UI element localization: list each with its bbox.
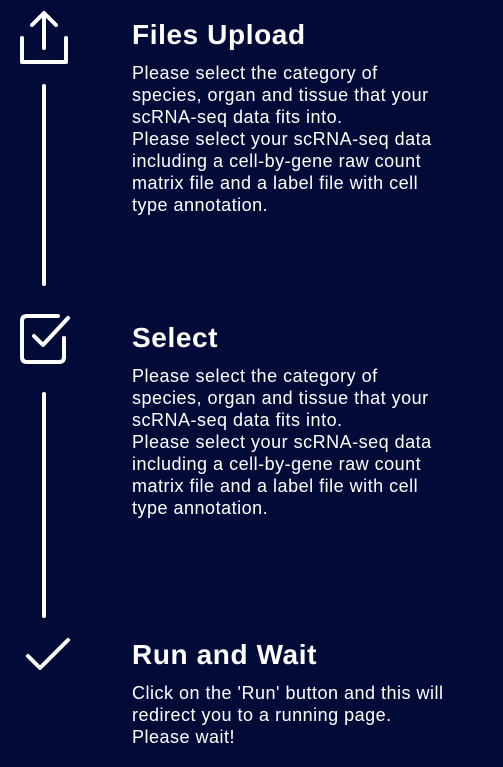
step-title: Files Upload [132,19,306,50]
step-description: Click on the 'Run' button and this will … [132,683,444,747]
step-select: Select Please select the category of spe… [132,321,492,519]
checkbox-checked-icon [14,308,74,368]
checkmark-icon [14,626,74,686]
step-description: Please select the category of species, o… [132,366,432,518]
step-title: Select [132,322,219,353]
step-connector-line [42,84,46,286]
step-description: Please select the category of species, o… [132,63,432,215]
steps-timeline: Files Upload Please select the category … [0,0,503,767]
step-title: Run and Wait [132,639,318,670]
upload-icon [14,8,74,68]
step-run-and-wait: Run and Wait Click on the 'Run' button a… [132,638,492,748]
step-connector-line [42,392,46,618]
step-files-upload: Files Upload Please select the category … [132,18,492,216]
